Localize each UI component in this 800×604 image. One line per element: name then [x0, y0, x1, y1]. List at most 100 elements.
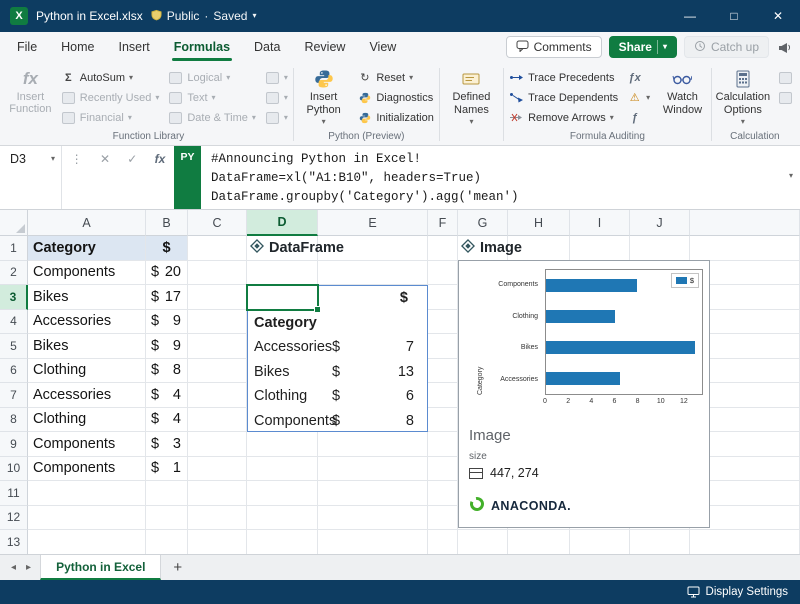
dataframe-value-cell[interactable]: $8	[318, 409, 427, 434]
confirm-entry-icon[interactable]: ✓	[127, 152, 137, 166]
cell-G13[interactable]	[458, 530, 508, 554]
column-header-C[interactable]: C	[188, 210, 247, 236]
cell-B11[interactable]	[146, 481, 188, 506]
expand-formula-bar-icon[interactable]: ▾	[789, 172, 793, 180]
cell-J13[interactable]	[630, 530, 690, 554]
recently-used-button[interactable]: Recently Used▾	[59, 88, 162, 107]
calculate-now-button[interactable]	[776, 68, 795, 87]
cell-F8[interactable]	[428, 408, 458, 433]
row-header-10[interactable]: 10	[0, 457, 28, 482]
cell-A3[interactable]: Bikes	[28, 285, 146, 310]
cell-A8[interactable]: Clothing	[28, 408, 146, 433]
defined-names-button[interactable]: Defined Names ▾	[443, 65, 500, 141]
cell-C4[interactable]	[188, 310, 247, 335]
trace-dependents-button[interactable]: Trace Dependents	[507, 88, 620, 107]
cell-B1[interactable]: $	[146, 236, 188, 261]
cell-D13[interactable]	[247, 530, 318, 554]
cell-B12[interactable]	[146, 506, 188, 531]
cell-A2[interactable]: Components	[28, 261, 146, 286]
name-box[interactable]: D3 ▾	[0, 146, 62, 209]
cell-H13[interactable]	[508, 530, 570, 554]
cell-D11[interactable]	[247, 481, 318, 506]
sheet-nav-right-icon[interactable]: ▸	[21, 562, 36, 573]
initialization-button[interactable]: Initialization	[355, 108, 435, 127]
evaluate-formula-button[interactable]: ƒ	[625, 108, 652, 127]
cell-F3[interactable]	[428, 285, 458, 310]
cell-B9[interactable]: $3	[146, 432, 188, 457]
cell-B8[interactable]: $4	[146, 408, 188, 433]
cell-A11[interactable]	[28, 481, 146, 506]
row-header-4[interactable]: 4	[0, 310, 28, 335]
cell-B7[interactable]: $4	[146, 383, 188, 408]
lookup-reference-button[interactable]: ▾	[263, 68, 290, 87]
cell-B4[interactable]: $9	[146, 310, 188, 335]
row-header-7[interactable]: 7	[0, 383, 28, 408]
row-header-9[interactable]: 9	[0, 432, 28, 457]
cancel-entry-icon[interactable]: ✕	[100, 152, 110, 166]
cell-C9[interactable]	[188, 432, 247, 457]
column-header-D[interactable]: D	[247, 210, 318, 236]
cell-I13[interactable]	[570, 530, 630, 554]
row-header-1[interactable]: 1	[0, 236, 28, 261]
comments-button[interactable]: Comments	[506, 36, 602, 58]
cell-F5[interactable]	[428, 334, 458, 359]
calculate-sheet-button[interactable]	[776, 88, 795, 107]
more-functions-button[interactable]: ▾	[263, 108, 290, 127]
dataframe-value-cell[interactable]: $7	[318, 335, 427, 360]
column-header-F[interactable]: F	[428, 210, 458, 236]
insert-function-fx-icon[interactable]: fx	[155, 152, 166, 166]
new-sheet-button[interactable]: +	[173, 559, 182, 576]
cell-C13[interactable]	[188, 530, 247, 554]
minimize-button[interactable]: —	[668, 0, 712, 32]
dataframe-category-cell[interactable]: Clothing	[248, 384, 318, 409]
logical-button[interactable]: Logical▾	[166, 68, 258, 87]
row-header-13[interactable]: 13	[0, 530, 28, 554]
cell-C2[interactable]	[188, 261, 247, 286]
remove-arrows-button[interactable]: Remove Arrows▾	[507, 108, 620, 127]
cell-B13[interactable]	[146, 530, 188, 554]
select-all-corner[interactable]	[0, 210, 28, 236]
catch-up-button[interactable]: Catch up	[684, 36, 769, 58]
cell-F10[interactable]	[428, 457, 458, 482]
cell-J1[interactable]	[630, 236, 690, 261]
cell-F1[interactable]	[428, 236, 458, 261]
cell-A12[interactable]	[28, 506, 146, 531]
watch-window-button[interactable]: Watch Window	[657, 65, 708, 130]
dataframe-index-header[interactable]: Category	[248, 311, 318, 336]
column-header-H[interactable]: H	[508, 210, 570, 236]
cell-B10[interactable]: $1	[146, 457, 188, 482]
cell-C6[interactable]	[188, 359, 247, 384]
formula-code[interactable]: #Announcing Python in Excel!DataFrame=xl…	[201, 146, 800, 209]
error-checking-button[interactable]: ⚠▾	[625, 88, 652, 107]
megaphone-icon[interactable]	[778, 41, 792, 54]
tab-file[interactable]: File	[6, 35, 48, 59]
cell-C5[interactable]	[188, 334, 247, 359]
cell-F13[interactable]	[428, 530, 458, 554]
dataframe-category-cell[interactable]: Bikes	[248, 360, 318, 385]
row-header-2[interactable]: 2	[0, 261, 28, 286]
tab-formulas[interactable]: Formulas	[163, 35, 241, 59]
cell-B3[interactable]: $17	[146, 285, 188, 310]
cell-B5[interactable]: $9	[146, 334, 188, 359]
date-time-button[interactable]: Date & Time▾	[166, 108, 258, 127]
insert-python-button[interactable]: Insert Python ▾	[297, 65, 351, 130]
dataframe-column-header[interactable]: $	[318, 286, 427, 311]
tab-review[interactable]: Review	[293, 35, 356, 59]
text-button[interactable]: Text▾	[166, 88, 258, 107]
cell-A7[interactable]: Accessories	[28, 383, 146, 408]
sheet-tab-active[interactable]: Python in Excel	[40, 555, 161, 580]
column-header-B[interactable]: B	[146, 210, 188, 236]
dataframe-empty-cell[interactable]	[318, 311, 427, 336]
show-formulas-button[interactable]: ƒx	[625, 68, 652, 87]
cell-C11[interactable]	[188, 481, 247, 506]
share-button[interactable]: Share ▾	[609, 36, 677, 58]
row-header-8[interactable]: 8	[0, 408, 28, 433]
cell-D2[interactable]	[247, 261, 318, 286]
reset-button[interactable]: ↻Reset▾	[355, 68, 435, 87]
row-header-6[interactable]: 6	[0, 359, 28, 384]
row-header-3[interactable]: 3	[0, 285, 28, 310]
share-chevron-icon[interactable]: ▾	[663, 43, 667, 51]
cell-E11[interactable]	[318, 481, 428, 506]
math-trig-button[interactable]: ▾	[263, 88, 290, 107]
dataframe-category-cell[interactable]: Accessories	[248, 335, 318, 360]
